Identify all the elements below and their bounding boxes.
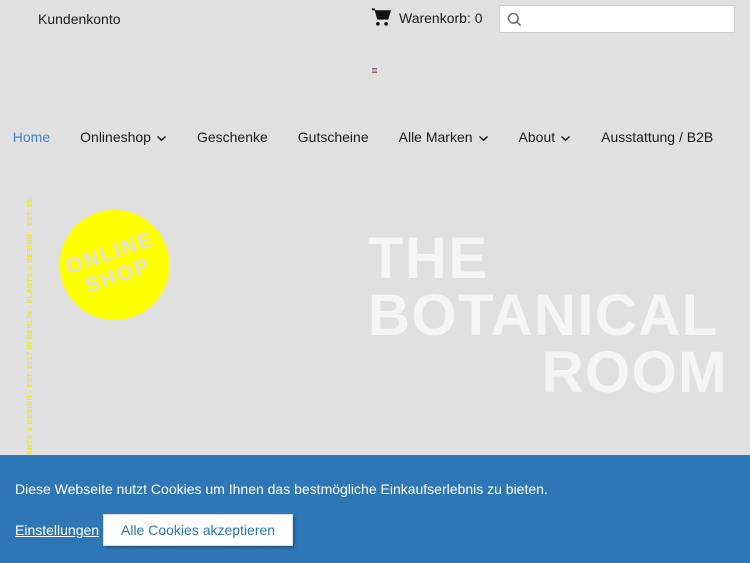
nav-item-gutscheine[interactable]: Gutscheine <box>298 129 369 145</box>
nav-item-ausstattung-b2b[interactable]: Ausstattung / B2B <box>601 129 713 145</box>
nav-item-label: Home <box>12 129 51 145</box>
nav-item-alle-marken[interactable]: Alle Marken <box>399 129 489 145</box>
search-icon <box>507 12 522 27</box>
hero-title-line2: BOTANICAL <box>368 283 719 348</box>
hero-banner: ANTS & DESIGN - EST. 2017 IN BERLIN - PL… <box>0 180 750 455</box>
vertical-tagline: ANTS & DESIGN - EST. 2017 IN BERLIN - PL… <box>27 197 37 455</box>
cookie-banner: Diese Webseite nutzt Cookies um Ihnen da… <box>0 455 750 563</box>
nav-item-label: About <box>518 129 556 145</box>
cart-label: Warenkorb: 0 <box>399 9 483 26</box>
nav-item-geschenke[interactable]: Geschenke <box>197 129 268 145</box>
nav-item-label: Ausstattung / B2B <box>601 129 714 145</box>
nav-item-home[interactable]: Home <box>13 129 50 145</box>
account-link[interactable]: Kundenkonto <box>38 11 121 27</box>
main-nav: Home Onlineshop Geschenke Gutscheine All… <box>0 129 750 145</box>
cookie-accept-button[interactable]: Alle Cookies akzeptieren <box>103 514 294 546</box>
hero-title: THE BOTANICAL ROOM <box>368 226 728 405</box>
search-box[interactable] <box>499 5 735 33</box>
vertical-tagline-text: ANTS & DESIGN - EST. 2017 IN BERLIN - PL… <box>27 197 34 455</box>
cart-link[interactable]: Warenkorb: 0 <box>371 8 483 27</box>
cookie-settings-link[interactable]: Einstellungen <box>15 522 99 538</box>
nav-item-label: Geschenke <box>196 129 268 145</box>
online-shop-badge: ONLINE SHOP <box>60 210 170 320</box>
online-shop-badge-text: ONLINE SHOP <box>64 227 166 302</box>
nav-item-onlineshop[interactable]: Onlineshop <box>80 129 167 145</box>
hero-title-line1: THE <box>368 226 489 291</box>
chevron-down-icon <box>156 135 167 142</box>
nav-item-about[interactable]: About <box>519 129 572 145</box>
cookie-message: Diese Webseite nutzt Cookies um Ihnen da… <box>15 481 548 497</box>
chevron-down-icon <box>560 135 571 142</box>
nav-item-label: Alle Marken <box>398 129 473 145</box>
tiny-logo-image <box>372 68 377 73</box>
search-input[interactable] <box>528 10 727 28</box>
nav-item-label: Onlineshop <box>80 129 151 145</box>
hero-title-line3: ROOM <box>541 340 728 405</box>
chevron-down-icon <box>478 135 489 142</box>
shopping-cart-icon <box>371 8 391 27</box>
nav-item-label: Gutscheine <box>297 129 369 145</box>
storefront-page: Kundenkonto Warenkorb: 0 Home Onlineshop <box>0 0 750 563</box>
